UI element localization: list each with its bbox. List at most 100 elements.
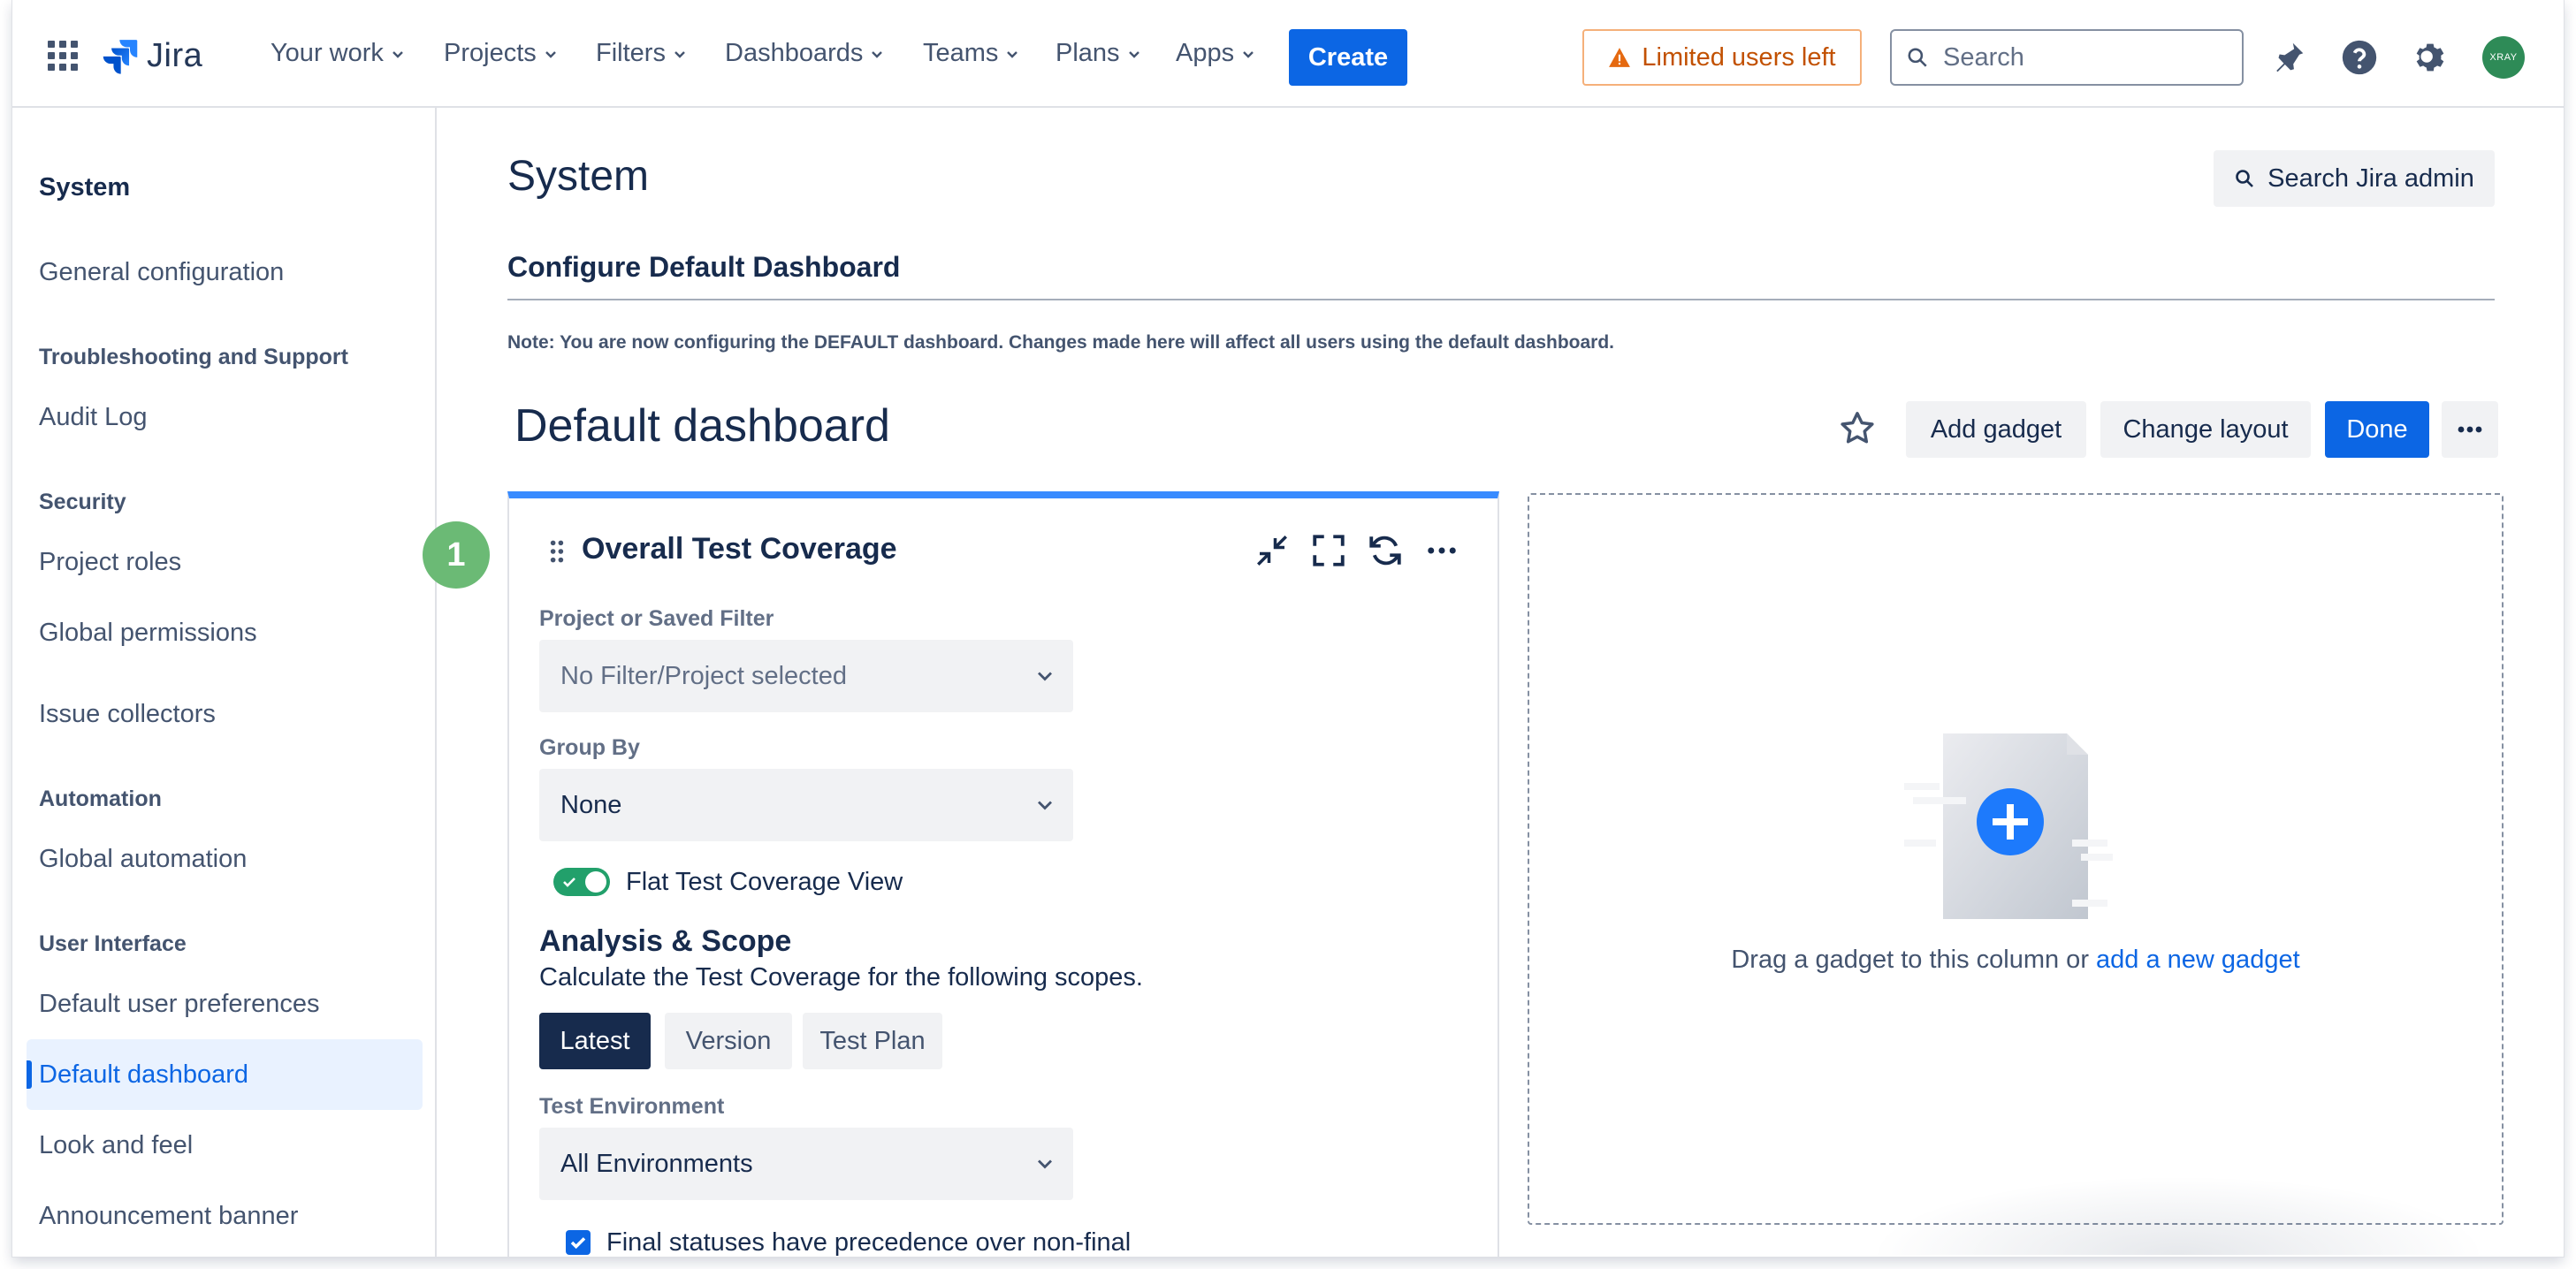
project-filter-select[interactable]: No Filter/Project selected [539, 640, 1073, 712]
final-status-checkbox[interactable] [566, 1230, 591, 1255]
test-environment-select[interactable]: All Environments [539, 1128, 1073, 1200]
nav-label: Your work [271, 39, 384, 67]
drag-handle-icon[interactable] [548, 539, 566, 564]
jira-logo-icon [103, 40, 138, 74]
settings-gear-icon[interactable] [2410, 37, 2450, 78]
chevron-down-icon [1038, 1159, 1052, 1169]
search-input[interactable] [1943, 42, 2226, 72]
sidebar-item-default-user-preferences[interactable]: Default user preferences [27, 969, 423, 1039]
limited-users-label: Limited users left [1642, 42, 1836, 72]
nav-plans[interactable]: Plans [1056, 39, 1141, 68]
fullscreen-icon[interactable] [1310, 532, 1347, 569]
sidebar-item-global-automation[interactable]: Global automation [27, 824, 423, 894]
sidebar-item-look-and-feel[interactable]: Look and feel [27, 1110, 423, 1181]
gadget-number-badge: 1 [423, 521, 490, 589]
group-by-value: None [560, 790, 622, 819]
sidebar-item-label: Global permissions [39, 618, 257, 647]
final-status-label: Final statuses have precedence over non-… [606, 1228, 1132, 1257]
search-jira-admin-button[interactable]: Search Jira admin [2214, 150, 2495, 207]
scope-test-plan-button[interactable]: Test Plan [803, 1013, 942, 1069]
check-icon [563, 878, 575, 887]
search-icon [2236, 170, 2254, 187]
sidebar-item-default-dashboard[interactable]: Default dashboard [27, 1039, 423, 1110]
create-button[interactable]: Create [1289, 29, 1407, 86]
sidebar-item-general-configuration[interactable]: General configuration [27, 237, 423, 308]
admin-sidebar: System General configuration Troubleshoo… [12, 108, 437, 1257]
nav-label: Projects [444, 39, 537, 67]
analysis-scope-description: Calculate the Test Coverage for the foll… [539, 963, 1143, 992]
toggle-knob [585, 871, 606, 893]
dashboard-title: Default dashboard [514, 400, 890, 452]
warning-icon [1609, 48, 1631, 67]
star-icon[interactable] [1837, 408, 1878, 449]
default-dashboard-note: Note: You are now configuring the DEFAUL… [507, 332, 1615, 353]
nav-label: Plans [1056, 39, 1120, 67]
search-jira-admin-label: Search Jira admin [2267, 163, 2474, 193]
refresh-icon[interactable] [1367, 532, 1404, 569]
sidebar-section-security: Security [39, 490, 126, 514]
user-avatar[interactable]: XRAY [2482, 36, 2525, 79]
sidebar-section-user-interface: User Interface [39, 931, 187, 956]
jira-logo[interactable]: Jira [101, 34, 202, 78]
add-new-gadget-link[interactable]: add a new gadget [2096, 946, 2300, 974]
section-title: Configure Default Dashboard [507, 251, 901, 283]
dashboard-more-button[interactable] [2442, 401, 2498, 458]
chevron-down-icon [1038, 672, 1052, 681]
check-icon [570, 1237, 586, 1250]
top-navigation: Jira Your work Projects Filters Dashboar… [12, 0, 2564, 108]
sidebar-item-global-permissions[interactable]: Global permissions [27, 597, 423, 668]
minimize-icon[interactable] [1254, 532, 1291, 569]
gadget-title: Overall Test Coverage [582, 532, 897, 566]
chevron-down-icon [1038, 801, 1052, 810]
add-gadget-button[interactable]: Add gadget [1906, 401, 2086, 458]
limited-users-button[interactable]: Limited users left [1582, 29, 1862, 86]
flat-view-label: Flat Test Coverage View [626, 868, 903, 896]
app-switcher-icon[interactable] [48, 41, 78, 71]
sidebar-section-troubleshooting: Troubleshooting and Support [39, 345, 348, 369]
nav-label: Apps [1176, 39, 1235, 67]
gadget-more-icon[interactable] [1423, 532, 1460, 569]
nav-label: Teams [923, 39, 999, 67]
sidebar-item-issue-collectors[interactable]: Issue collectors [27, 679, 423, 749]
chevron-down-icon [1243, 50, 1254, 58]
scope-latest-button[interactable]: Latest [539, 1013, 651, 1069]
logo-text: Jira [147, 36, 203, 74]
dropzone-text: Drag a gadget to this column or add a ne… [1528, 946, 2504, 975]
nav-filters[interactable]: Filters [596, 39, 687, 68]
nav-projects[interactable]: Projects [444, 39, 558, 68]
chevron-down-icon [545, 50, 556, 58]
chevron-down-icon [1007, 50, 1018, 58]
nav-teams[interactable]: Teams [923, 39, 1019, 68]
chevron-down-icon [392, 50, 403, 58]
global-search[interactable] [1890, 29, 2244, 86]
sidebar-item-audit-log[interactable]: Audit Log [27, 382, 423, 452]
nav-your-work[interactable]: Your work [271, 39, 405, 68]
nav-dashboards[interactable]: Dashboards [725, 39, 884, 68]
nav-apps[interactable]: Apps [1176, 39, 1255, 68]
sidebar-section-automation: Automation [39, 786, 162, 811]
help-icon[interactable] [2339, 37, 2380, 78]
test-environment-label: Test Environment [539, 1094, 725, 1119]
chevron-down-icon [872, 50, 883, 58]
scope-version-button[interactable]: Version [665, 1013, 792, 1069]
jira-window: Jira Your work Projects Filters Dashboar… [12, 0, 2564, 1257]
test-environment-value: All Environments [560, 1149, 753, 1178]
sidebar-item-label: Look and feel [39, 1130, 194, 1159]
group-by-label: Group By [539, 735, 640, 760]
sidebar-item-announcement-banner[interactable]: Announcement banner [27, 1181, 423, 1251]
group-by-select[interactable]: None [539, 769, 1073, 841]
done-button[interactable]: Done [2325, 401, 2429, 458]
section-divider [507, 299, 2495, 300]
change-layout-button[interactable]: Change layout [2100, 401, 2311, 458]
sidebar-item-project-roles[interactable]: Project roles [27, 527, 423, 597]
analysis-scope-heading: Analysis & Scope [539, 924, 792, 958]
filter-label: Project or Saved Filter [539, 606, 774, 631]
sidebar-title: System [39, 173, 131, 201]
chevron-down-icon [674, 50, 685, 58]
flat-view-toggle[interactable] [553, 868, 610, 896]
chevron-down-icon [1128, 50, 1139, 58]
sidebar-item-label: Default user preferences [39, 989, 320, 1018]
page-title: System [507, 153, 650, 200]
notifications-icon[interactable] [2268, 37, 2309, 78]
more-horizontal-icon [2458, 426, 2482, 433]
